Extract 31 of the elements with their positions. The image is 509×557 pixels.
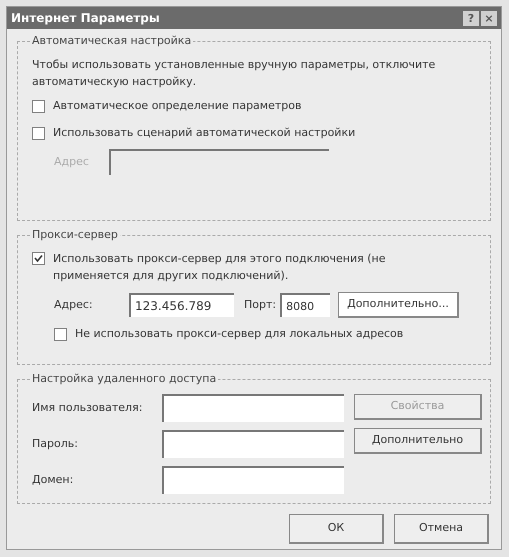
checkbox-label: Использовать сценарий автоматической настройки <box>53 124 356 140</box>
description-text: Чтобы использовать установленные вручную параметры, отключите автоматическую настройку. <box>32 57 436 90</box>
checkbox[interactable] <box>32 252 45 265</box>
field-label: Пароль: <box>32 436 79 452</box>
address-label: Адрес: <box>54 296 94 313</box>
input-field[interactable] <box>162 466 344 494</box>
address-label: Адрес <box>54 154 89 170</box>
window-title: Интернет Параметры <box>11 10 160 27</box>
dialup-button[interactable]: Дополнительно <box>354 428 482 454</box>
input-field[interactable] <box>162 394 344 422</box>
checkbox-label: Использовать прокси-сервер для этого подключения (не применяется для других подключений). <box>53 251 387 284</box>
field-label: Домен: <box>32 472 74 488</box>
close-button[interactable]: × <box>481 10 497 26</box>
checkbox[interactable] <box>32 100 45 113</box>
advanced-button[interactable]: Дополнительно... <box>338 292 459 318</box>
input-field[interactable] <box>162 430 344 458</box>
checkbox[interactable] <box>32 126 45 140</box>
port-field[interactable]: 8080 <box>280 293 330 317</box>
port-label: Порт: <box>244 296 276 313</box>
address-field[interactable]: 123.456.789 <box>129 293 234 317</box>
checkbox-label: Автоматическое определение параметров <box>53 98 302 114</box>
cancel-button[interactable]: Отмена <box>394 514 489 544</box>
group-title: Настройка удаленного доступа <box>30 371 218 388</box>
group-title: Прокси-сервер <box>30 227 120 244</box>
checkbox-label: Не использовать прокси-сервер для локальных адресов <box>75 326 404 342</box>
help-button[interactable]: ? <box>463 10 479 26</box>
group-title: Автоматическая настройка <box>30 33 194 50</box>
checkbox[interactable] <box>54 328 67 341</box>
ok-button[interactable]: ОК <box>289 514 384 544</box>
check-icon <box>34 254 43 263</box>
field-label: Имя пользователя: <box>32 400 144 416</box>
